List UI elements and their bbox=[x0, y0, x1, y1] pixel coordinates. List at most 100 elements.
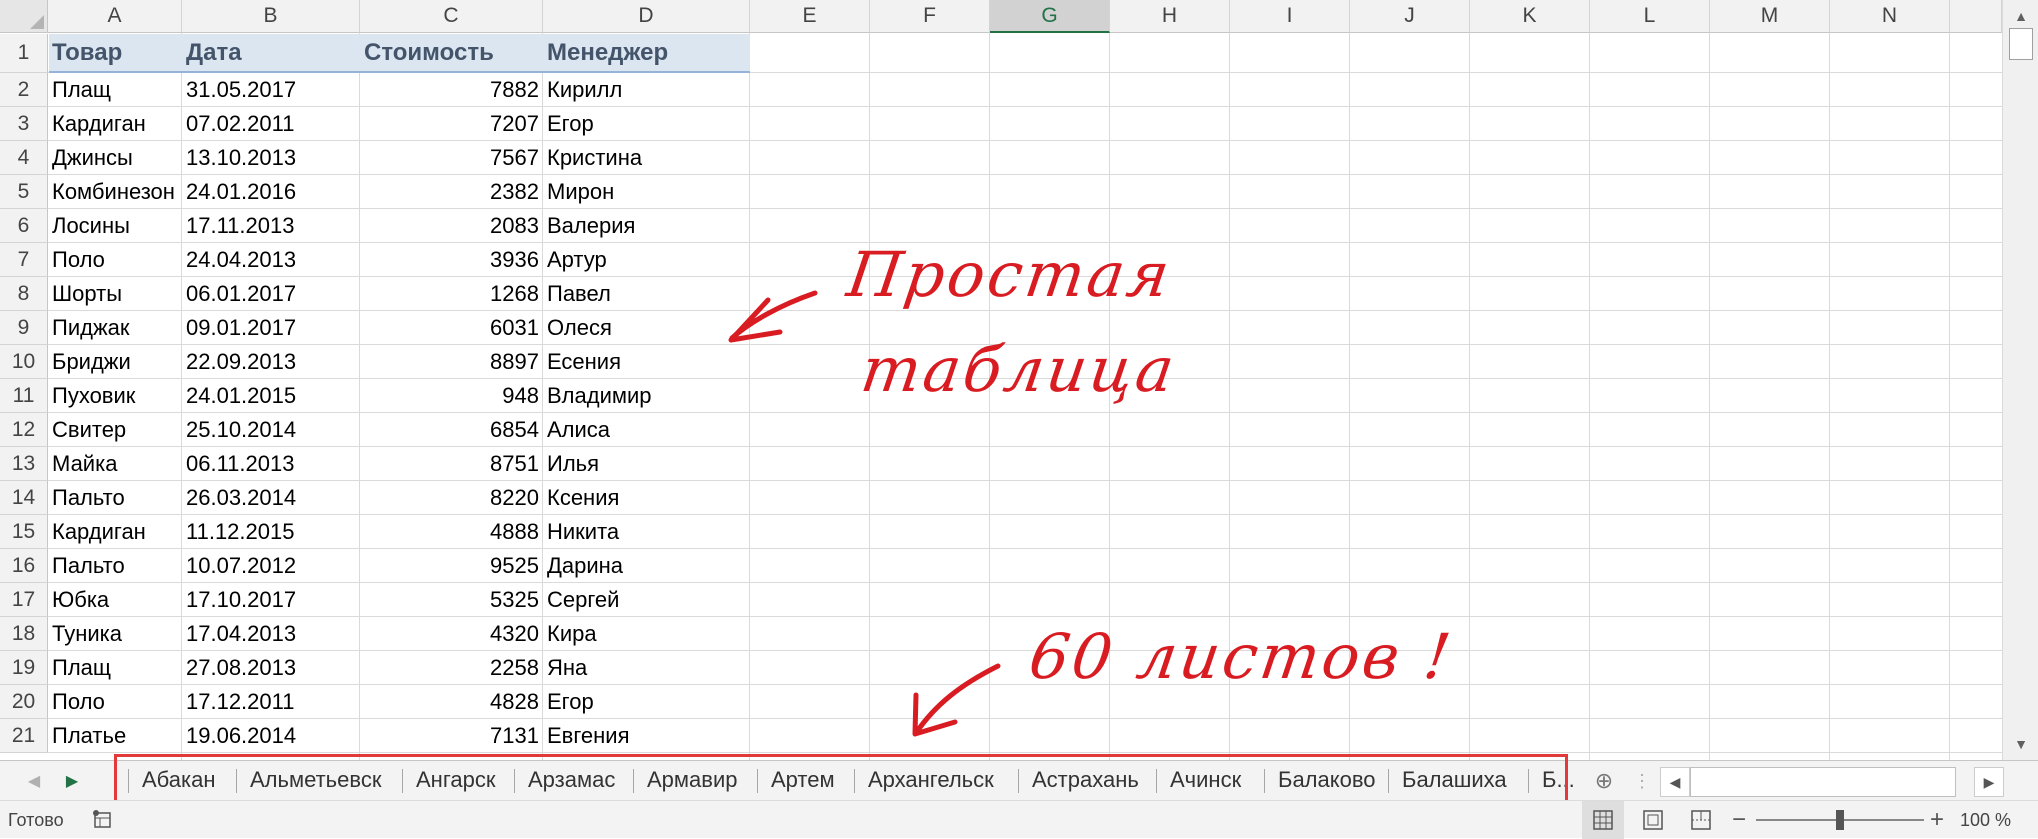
table-cell[interactable]: 6031 bbox=[360, 311, 543, 345]
row-header-7[interactable]: 7 bbox=[0, 243, 48, 277]
row-header-16[interactable]: 16 bbox=[0, 549, 48, 583]
table-cell[interactable]: 2258 bbox=[360, 651, 543, 685]
table-cell[interactable]: 19.06.2014 bbox=[182, 719, 300, 753]
table-cell[interactable]: 26.03.2014 bbox=[182, 481, 300, 515]
table-cell[interactable]: 13.10.2013 bbox=[182, 141, 300, 175]
column-header-e[interactable]: E bbox=[750, 0, 870, 33]
column-header-b[interactable]: B bbox=[182, 0, 360, 33]
table-cell[interactable]: 25.10.2014 bbox=[182, 413, 300, 447]
table-cell[interactable]: Кира bbox=[543, 617, 601, 651]
macro-record-icon[interactable] bbox=[92, 801, 114, 839]
table-cell[interactable]: 7882 bbox=[360, 73, 543, 107]
row-header-6[interactable]: 6 bbox=[0, 209, 48, 243]
table-cell[interactable]: Плащ bbox=[48, 651, 115, 685]
table-cell[interactable]: 22.09.2013 bbox=[182, 345, 300, 379]
vertical-scrollbar[interactable]: ▲ ▼ bbox=[2002, 0, 2038, 760]
table-cell[interactable]: Майка bbox=[48, 447, 121, 481]
table-cell[interactable]: 6854 bbox=[360, 413, 543, 447]
column-header-d[interactable]: D bbox=[543, 0, 750, 33]
table-cell[interactable]: 06.01.2017 bbox=[182, 277, 300, 311]
chevron-left-icon[interactable]: ◀ bbox=[18, 761, 50, 801]
table-cell[interactable]: Валерия bbox=[543, 209, 639, 243]
table-cell[interactable]: Свитер bbox=[48, 413, 130, 447]
table-cell[interactable]: Пальто bbox=[48, 481, 129, 515]
table-cell[interactable]: Владимир bbox=[543, 379, 656, 413]
row-header-2[interactable]: 2 bbox=[0, 73, 48, 107]
table-cell[interactable]: Артур bbox=[543, 243, 611, 277]
table-cell[interactable]: 11.12.2015 bbox=[182, 515, 298, 549]
column-header-f[interactable]: F bbox=[870, 0, 990, 33]
table-cell[interactable]: 7131 bbox=[360, 719, 543, 753]
table-cell[interactable]: 07.02.2011 bbox=[182, 107, 298, 141]
table-cell[interactable]: 7207 bbox=[360, 107, 543, 141]
table-cell[interactable]: Алиса bbox=[543, 413, 614, 447]
zoom-out-icon[interactable]: − bbox=[1732, 801, 1746, 839]
table-header-cell[interactable]: Менеджер bbox=[543, 34, 672, 72]
spreadsheet-grid[interactable]: ABCDEFGHIJKLMN 1 2 3 4 5 6 7 8 9 10 11 12 13 14 15 16 17… bbox=[0, 0, 2002, 760]
row-header-14[interactable]: 14 bbox=[0, 481, 48, 515]
table-cell[interactable]: Кирилл bbox=[543, 73, 626, 107]
table-cell[interactable]: 5325 bbox=[360, 583, 543, 617]
table-cell[interactable]: Евгения bbox=[543, 719, 634, 753]
table-cell[interactable]: 17.11.2013 bbox=[182, 209, 298, 243]
table-cell[interactable]: 10.07.2012 bbox=[182, 549, 300, 583]
table-cell[interactable]: 8220 bbox=[360, 481, 543, 515]
table-cell[interactable]: Павел bbox=[543, 277, 615, 311]
column-header-h[interactable]: H bbox=[1110, 0, 1230, 33]
column-header-c[interactable]: C bbox=[360, 0, 543, 33]
table-cell[interactable]: 24.01.2016 bbox=[182, 175, 300, 209]
table-cell[interactable]: 17.12.2011 bbox=[182, 685, 298, 719]
table-cell[interactable]: Комбинезон bbox=[48, 175, 179, 209]
table-cell[interactable]: Ксения bbox=[543, 481, 623, 515]
table-cell[interactable]: Егор bbox=[543, 685, 598, 719]
table-cell[interactable]: 27.08.2013 bbox=[182, 651, 300, 685]
table-cell[interactable]: Пиджак bbox=[48, 311, 134, 345]
table-cell[interactable]: Кристина bbox=[543, 141, 646, 175]
table-cell[interactable]: 4828 bbox=[360, 685, 543, 719]
row-header-19[interactable]: 19 bbox=[0, 651, 48, 685]
column-header-n[interactable]: N bbox=[1830, 0, 1950, 33]
table-cell[interactable]: Джинсы bbox=[48, 141, 137, 175]
table-cell[interactable]: 17.04.2013 bbox=[182, 617, 300, 651]
row-header-5[interactable]: 5 bbox=[0, 175, 48, 209]
zoom-in-icon[interactable]: + bbox=[1930, 801, 1944, 839]
table-cell[interactable]: Мирон bbox=[543, 175, 618, 209]
hscroll-right-icon[interactable]: ▶ bbox=[1974, 767, 2004, 797]
table-cell[interactable]: Пуховик bbox=[48, 379, 139, 413]
row-header-18[interactable]: 18 bbox=[0, 617, 48, 651]
row-header-4[interactable]: 4 bbox=[0, 141, 48, 175]
row-header-9[interactable]: 9 bbox=[0, 311, 48, 345]
table-header-cell[interactable]: Товар bbox=[48, 34, 126, 72]
row-header-21[interactable]: 21 bbox=[0, 719, 48, 753]
scroll-down-icon[interactable]: ▼ bbox=[2003, 728, 2038, 760]
column-header-g[interactable]: G bbox=[990, 0, 1110, 33]
column-header-l[interactable]: L bbox=[1590, 0, 1710, 33]
page-break-icon[interactable] bbox=[1684, 801, 1718, 839]
row-header-13[interactable]: 13 bbox=[0, 447, 48, 481]
zoom-level[interactable]: 100 % bbox=[1960, 801, 2011, 839]
table-cell[interactable]: 06.11.2013 bbox=[182, 447, 298, 481]
table-cell[interactable]: Бриджи bbox=[48, 345, 135, 379]
table-cell[interactable]: Илья bbox=[543, 447, 603, 481]
table-cell[interactable]: Яна bbox=[543, 651, 591, 685]
table-cell[interactable]: 7567 bbox=[360, 141, 543, 175]
column-header-k[interactable]: K bbox=[1470, 0, 1590, 33]
column-header-j[interactable]: J bbox=[1350, 0, 1470, 33]
row-header-20[interactable]: 20 bbox=[0, 685, 48, 719]
chevron-right-icon[interactable]: ▶ bbox=[56, 761, 88, 801]
table-cell[interactable]: Поло bbox=[48, 243, 109, 277]
hscroll-left-icon[interactable]: ◀ bbox=[1660, 767, 1690, 797]
table-cell[interactable]: Есения bbox=[543, 345, 625, 379]
horizontal-scroll-thumb[interactable] bbox=[1690, 767, 1956, 797]
table-cell[interactable]: Сергей bbox=[543, 583, 623, 617]
row-header-3[interactable]: 3 bbox=[0, 107, 48, 141]
table-cell[interactable]: Юбка bbox=[48, 583, 113, 617]
table-cell[interactable]: Шорты bbox=[48, 277, 126, 311]
scroll-thumb[interactable] bbox=[2009, 28, 2033, 60]
table-cell[interactable]: 24.04.2013 bbox=[182, 243, 300, 277]
zoom-slider[interactable] bbox=[1756, 801, 1924, 839]
table-cell[interactable]: 24.01.2015 bbox=[182, 379, 300, 413]
table-cell[interactable]: 2083 bbox=[360, 209, 543, 243]
table-cell[interactable]: 8897 bbox=[360, 345, 543, 379]
table-cell[interactable]: Олеся bbox=[543, 311, 616, 345]
